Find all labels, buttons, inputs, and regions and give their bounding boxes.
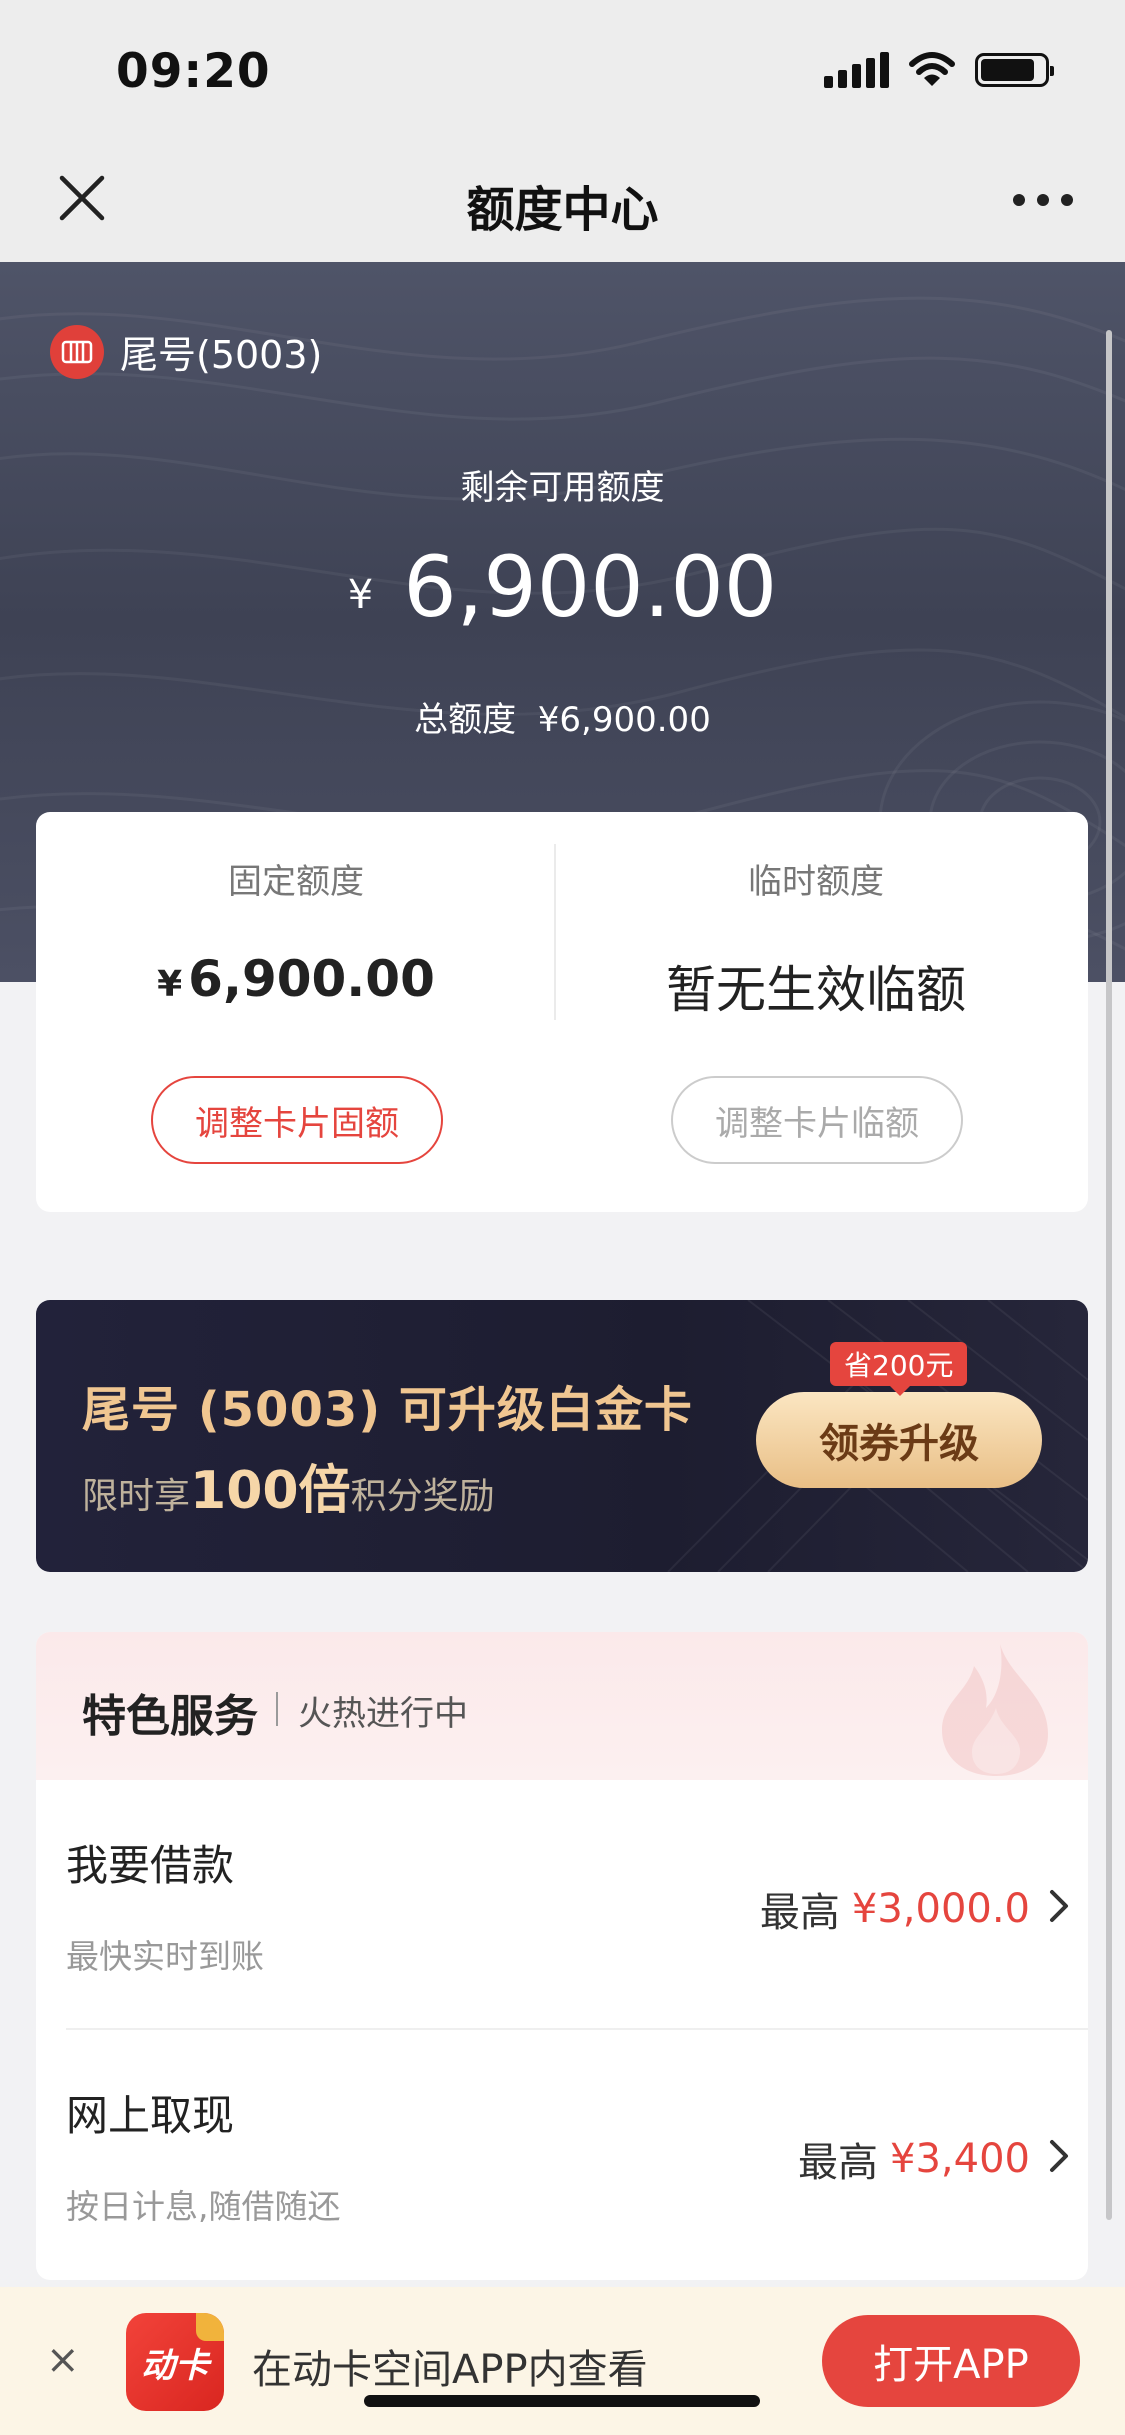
upgrade-title: 尾号 (5003) 可升级白金卡 <box>82 1382 693 1438</box>
divider <box>276 1692 278 1726</box>
app-banner-text: 在动卡空间APP内查看 <box>252 2347 648 2393</box>
limit-prefix: 最高 <box>798 2140 879 2186</box>
chevron-right-icon <box>1050 1890 1068 1922</box>
signal-icon <box>824 52 889 88</box>
fixed-quota-amount: 6,900.00 <box>188 950 435 1008</box>
page-title: 额度中心 <box>466 182 659 238</box>
limit-amount: ¥3,400 <box>890 2136 1030 2182</box>
service-name: 我要借款 <box>66 1841 235 1890</box>
quota-card: 固定额度 ¥6,900.00 调整卡片固额 临时额度 暂无生效临额 调整卡片临额 <box>36 812 1088 1212</box>
bank-logo-icon <box>50 324 104 379</box>
fixed-quota: 固定额度 ¥6,900.00 调整卡片固额 <box>36 812 556 1212</box>
nav-bar: 额度中心 <box>0 140 1125 262</box>
temp-quota: 临时额度 暂无生效临额 调整卡片临额 <box>556 812 1076 1212</box>
service-limit: 最高 ¥3,400 <box>798 2130 1030 2188</box>
chevron-right-icon <box>1050 2140 1068 2172</box>
service-name: 网上取现 <box>66 2091 235 2140</box>
status-time: 09:20 <box>116 44 271 99</box>
status-bar: 09:20 <box>0 0 1125 140</box>
limit-prefix: 最高 <box>759 1890 840 1936</box>
upgrade-button[interactable]: 领券升级 <box>756 1392 1042 1488</box>
services-title: 特色服务 <box>82 1691 258 1742</box>
services-header: 特色服务 火热进行中 <box>36 1632 1088 1780</box>
adjust-fixed-button[interactable]: 调整卡片固额 <box>151 1076 443 1164</box>
featured-services: 特色服务 火热进行中 我要借款 最快实时到账 最高 ¥3,000.0 网上取现 按… <box>36 1632 1088 2280</box>
home-indicator[interactable] <box>364 2395 760 2407</box>
upgrade-multiplier: 100倍 <box>190 1461 351 1521</box>
service-item-cash-withdrawal[interactable]: 网上取现 按日计息,随借随还 最高 ¥3,400 <box>36 2030 1088 2280</box>
open-app-banner: × 动卡 在动卡空间APP内查看 打开APP <box>0 2287 1125 2435</box>
total-quota: 总额度 ¥6,900.00 <box>0 692 1125 741</box>
battery-fill <box>981 59 1034 81</box>
upgrade-sub-suffix: 积分奖励 <box>350 1476 495 1517</box>
fixed-quota-title: 固定额度 <box>228 862 364 902</box>
more-icon[interactable] <box>1013 180 1073 220</box>
banner-close-icon[interactable]: × <box>46 2337 80 2383</box>
currency-symbol: ¥ <box>157 964 183 1005</box>
discount-badge: 省200元 <box>830 1342 968 1396</box>
open-app-button[interactable]: 打开APP <box>822 2315 1080 2407</box>
flame-icon <box>942 1644 1048 1776</box>
available-amount: ¥6,900.00 <box>0 538 1125 636</box>
service-desc: 按日计息,随借随还 <box>66 2187 341 2226</box>
total-amount: ¥6,900.00 <box>537 700 711 740</box>
scrollbar[interactable] <box>1106 330 1112 2220</box>
app-logo: 动卡 <box>126 2313 224 2411</box>
card-tag: 尾号(5003) <box>50 324 322 379</box>
status-icons <box>824 52 1054 88</box>
services-subtitle: 火热进行中 <box>298 1694 468 1734</box>
upgrade-subtitle: 限时享100倍积分奖励 <box>82 1448 495 1523</box>
temp-quota-title: 临时额度 <box>748 862 884 902</box>
battery-icon <box>975 53 1054 87</box>
app-logo-text: 动卡 <box>141 2345 209 2386</box>
total-label: 总额度 <box>414 700 517 740</box>
service-desc: 最快实时到账 <box>66 1937 264 1976</box>
upgrade-banner[interactable]: 尾号 (5003) 可升级白金卡 限时享100倍积分奖励 领券升级 省200元 <box>36 1300 1088 1572</box>
adjust-temp-button[interactable]: 调整卡片临额 <box>671 1076 963 1164</box>
available-value: 6,900.00 <box>403 538 778 636</box>
wifi-icon <box>909 52 955 86</box>
limit-amount: ¥3,000.0 <box>851 1886 1030 1932</box>
service-item-loan[interactable]: 我要借款 最快实时到账 最高 ¥3,000.0 <box>36 1780 1088 2030</box>
upgrade-sub-prefix: 限时享 <box>82 1476 191 1517</box>
temp-quota-value: 暂无生效临额 <box>666 961 966 1019</box>
app-logo-tag <box>196 2313 224 2341</box>
fixed-quota-value: ¥6,900.00 <box>36 950 556 1008</box>
currency-symbol: ¥ <box>347 572 374 618</box>
service-limit: 最高 ¥3,000.0 <box>760 1880 1030 1938</box>
available-label: 剩余可用额度 <box>460 468 665 508</box>
card-number-label: 尾号(5003) <box>120 333 323 377</box>
